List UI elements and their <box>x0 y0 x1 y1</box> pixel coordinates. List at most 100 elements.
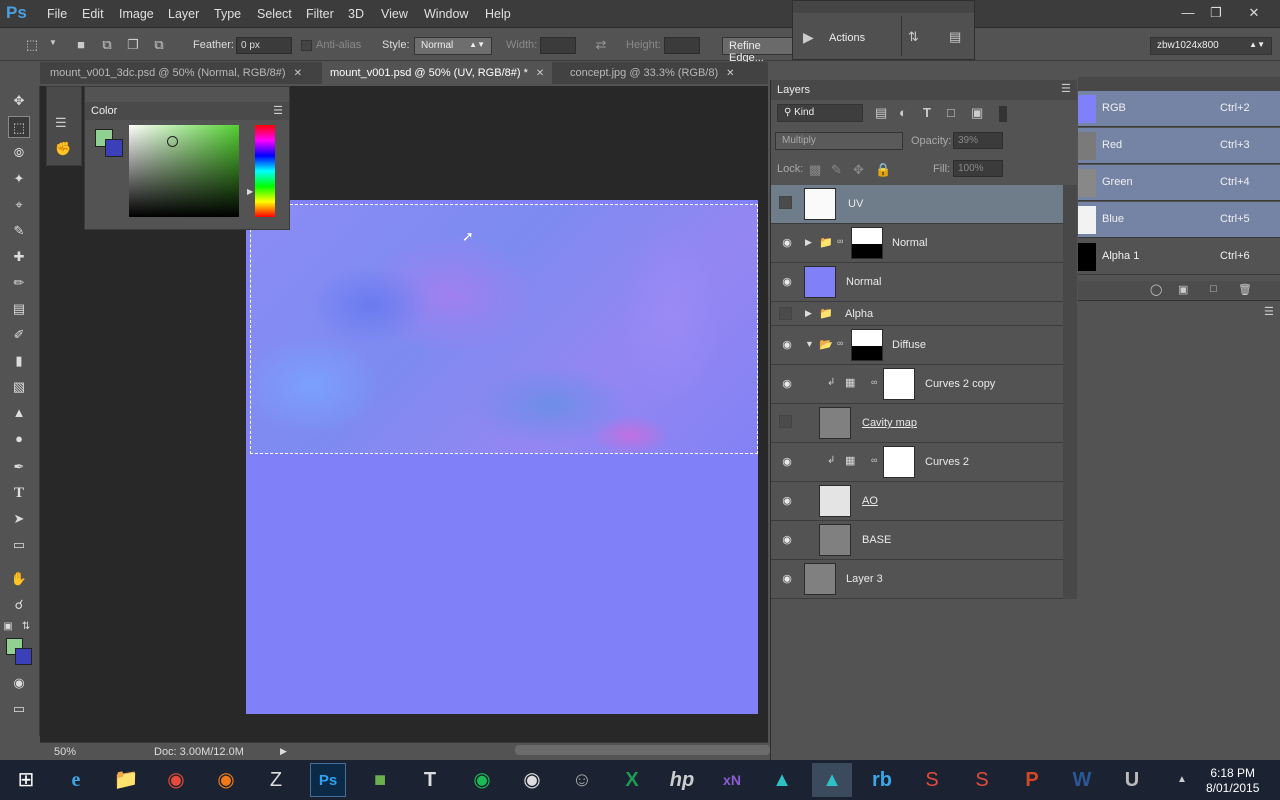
menu-view[interactable]: View <box>381 7 408 21</box>
visibility-toggle[interactable] <box>779 307 792 320</box>
color-panel-header[interactable]: Color ☰ <box>85 102 289 120</box>
layer-row-curves-2[interactable]: ◉ ↲ ▦ ∞ Curves 2 <box>771 443 1063 482</box>
layer-row-ao[interactable]: ◉ AO <box>771 482 1063 521</box>
properties-icon[interactable]: ▤ <box>949 29 961 45</box>
brush-presets-icon[interactable]: ☰ <box>55 115 67 131</box>
spotify-icon[interactable]: ◉ <box>462 763 502 797</box>
layer-row-cavity-map[interactable]: Cavity map <box>771 404 1063 443</box>
internet-explorer-icon[interactable]: e <box>56 763 96 797</box>
workspace-select[interactable]: zbw1024x800 ▲▼ <box>1150 37 1272 55</box>
menu-image[interactable]: Image <box>119 7 154 21</box>
show-hidden-icons[interactable]: ▲ <box>1172 763 1192 797</box>
xn-icon[interactable]: xN <box>712 763 752 797</box>
menu-edit[interactable]: Edit <box>82 7 104 21</box>
dodge-tool-icon[interactable]: ● <box>8 428 30 450</box>
eye-icon[interactable]: ◉ <box>780 377 794 391</box>
layer-row-normal-group[interactable]: ◉ ▶ 📁 ∞ Normal <box>771 224 1063 263</box>
firefox-icon[interactable]: ◉ <box>206 763 246 797</box>
stamp-tool-icon[interactable]: ▤ <box>8 298 30 320</box>
refine-edge-button[interactable]: Refine Edge... <box>722 37 794 64</box>
close-icon[interactable]: ✕ <box>294 68 302 79</box>
zoom-tool-icon[interactable]: ☌ <box>8 594 30 616</box>
app-icon[interactable]: ☺ <box>562 763 602 797</box>
layer-row-uv[interactable]: UV <box>771 185 1063 224</box>
filter-pixel-icon[interactable]: ▤ <box>875 105 887 121</box>
restore-icon[interactable]: ❐ <box>1206 4 1226 22</box>
default-colors-icon[interactable]: ▣ <box>2 616 14 638</box>
trash-icon[interactable]: 🗑 <box>1238 283 1252 296</box>
menu-type[interactable]: Type <box>214 7 241 21</box>
lock-transparent-icon[interactable]: ▩ <box>809 162 821 178</box>
menu-3d[interactable]: 3D <box>348 7 364 21</box>
channel-row-green[interactable]: Green Ctrl+4 <box>1078 165 1280 201</box>
lock-all-icon[interactable]: 🔒 <box>875 162 891 178</box>
width-input[interactable] <box>540 37 576 54</box>
photoshop-taskbar-icon[interactable]: Ps <box>310 763 346 797</box>
close-icon[interactable]: ✕ <box>726 68 734 79</box>
eraser-tool-icon[interactable]: ▮ <box>8 350 30 372</box>
filter-adjustment-icon[interactable]: ◐ <box>899 105 907 120</box>
eye-icon[interactable]: ◉ <box>780 533 794 547</box>
zbrush-icon[interactable]: Z <box>256 763 296 797</box>
expand-arrow-icon[interactable]: ▶ <box>805 237 812 248</box>
menu-select[interactable]: Select <box>257 7 292 21</box>
eye-icon[interactable]: ◉ <box>780 572 794 586</box>
system-clock[interactable]: 6:18 PM 8/01/2015 <box>1206 766 1259 796</box>
hand-tool-icon[interactable]: ✋ <box>8 568 30 590</box>
marquee-tool-icon[interactable]: ⬚ <box>22 37 42 53</box>
channels-panel-header[interactable] <box>1078 77 1280 91</box>
play-icon[interactable]: ▶ <box>803 29 814 46</box>
filter-smart-object-icon[interactable]: ▣ <box>971 105 983 121</box>
terminal-icon[interactable]: T <box>410 763 450 797</box>
background-color-swatch[interactable] <box>15 648 32 665</box>
marquee-tool-icon[interactable]: ⬚ <box>8 116 30 138</box>
hp-icon[interactable]: hp <box>662 763 702 797</box>
layer-row-normal[interactable]: ◉ Normal <box>771 263 1063 302</box>
tab-mount-3dc[interactable]: mount_v001_3dc.psd @ 50% (Normal, RGB/8#… <box>42 62 310 84</box>
maya-lt-icon[interactable]: ▲ <box>762 763 802 797</box>
close-icon[interactable]: ✕ <box>536 68 544 79</box>
crop-tool-icon[interactable]: ⌖ <box>8 194 30 216</box>
opacity-input[interactable]: 39% <box>953 132 1003 149</box>
hue-slider[interactable] <box>255 125 275 217</box>
path-selection-icon[interactable]: ➤ <box>8 508 30 530</box>
layer-row-alpha-group[interactable]: ▶ 📁 Alpha <box>771 302 1063 326</box>
subtract-selection-icon[interactable]: ❐ <box>124 37 142 53</box>
rectangle-tool-icon[interactable]: ▭ <box>8 534 30 556</box>
save-selection-icon[interactable]: ▣ <box>1178 283 1188 296</box>
filter-toggle[interactable] <box>999 106 1007 122</box>
adjust-icon[interactable]: ⇅ <box>908 29 919 45</box>
eye-icon[interactable]: ◉ <box>780 236 794 250</box>
blur-tool-icon[interactable]: ▲ <box>8 402 30 424</box>
status-arrow-icon[interactable]: ▶ <box>280 746 287 757</box>
healing-brush-icon[interactable]: ✚ <box>8 246 30 268</box>
new-channel-icon[interactable]: □ <box>1210 283 1217 295</box>
eye-icon[interactable]: ◉ <box>780 338 794 352</box>
panel-menu-icon[interactable]: ☰ <box>1264 305 1274 318</box>
file-explorer-icon[interactable]: 📁 <box>106 763 146 797</box>
filter-shape-icon[interactable]: □ <box>947 105 955 120</box>
channel-row-red[interactable]: Red Ctrl+3 <box>1078 128 1280 164</box>
unreal-icon[interactable]: U <box>1112 763 1152 797</box>
menu-layer[interactable]: Layer <box>168 7 199 21</box>
screen-mode-icon[interactable]: ▭ <box>8 698 30 720</box>
eye-icon[interactable]: ◉ <box>780 455 794 469</box>
layers-panel-header[interactable]: Layers ☰ <box>771 80 1077 100</box>
layers-scrollbar[interactable] <box>1063 185 1077 599</box>
add-selection-icon[interactable]: ⧉ <box>98 37 116 53</box>
filter-type-icon[interactable]: T <box>923 105 931 120</box>
magic-wand-icon[interactable]: ✦ <box>8 168 30 190</box>
panel-menu-icon[interactable]: ☰ <box>273 104 283 117</box>
type-tool-icon[interactable]: T <box>8 482 30 504</box>
gradient-tool-icon[interactable]: ▧ <box>8 376 30 398</box>
3d-coat-icon[interactable]: ■ <box>360 763 400 797</box>
blend-mode-select[interactable]: Multiply <box>775 132 903 150</box>
word-icon[interactable]: W <box>1062 763 1102 797</box>
substance-icon[interactable]: S <box>912 763 952 797</box>
chrome-icon[interactable]: ◉ <box>156 763 196 797</box>
maya-icon[interactable]: ▲ <box>812 763 852 797</box>
lock-position-icon[interactable]: ✥ <box>853 162 864 178</box>
history-brush-icon[interactable]: ✐ <box>8 324 30 346</box>
excel-icon[interactable]: X <box>612 763 652 797</box>
actions-label[interactable]: Actions <box>829 32 865 44</box>
